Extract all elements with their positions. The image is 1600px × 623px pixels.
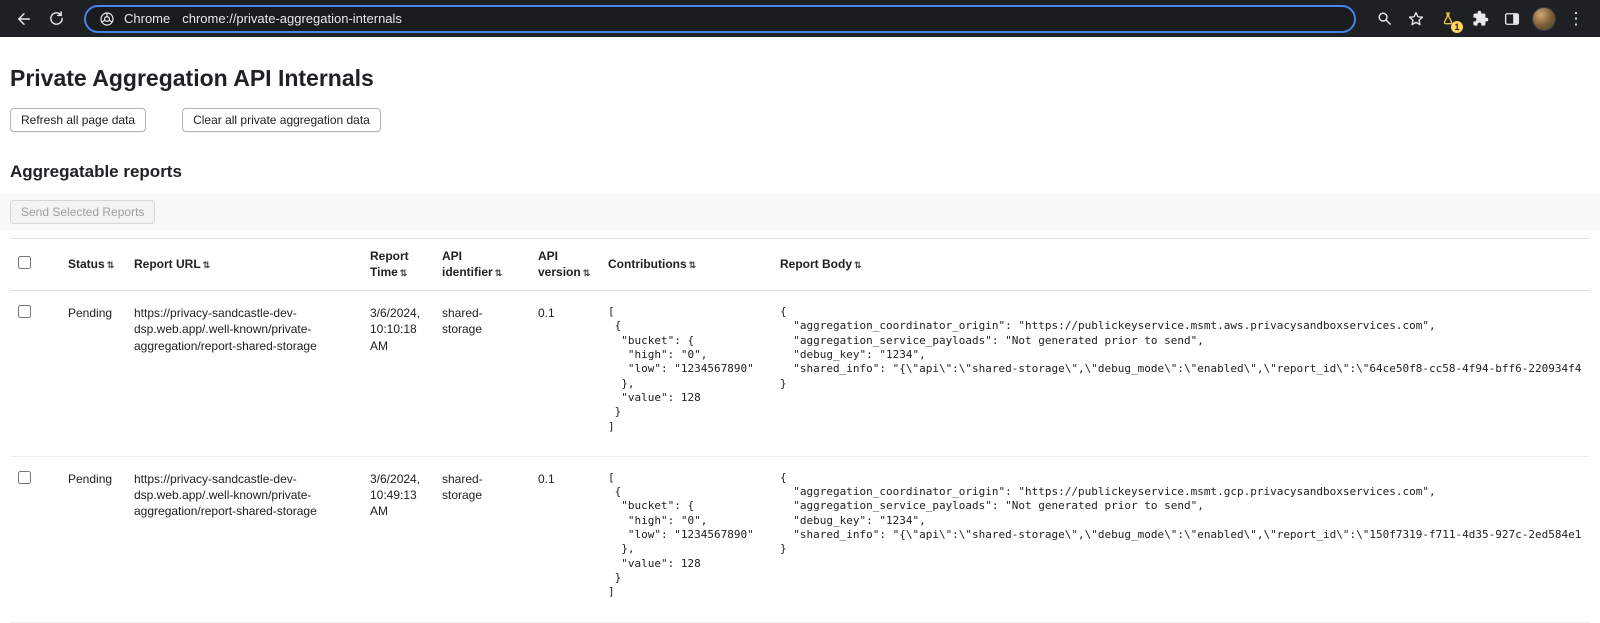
- bookmark-star-icon[interactable]: [1402, 5, 1430, 33]
- header-api-version[interactable]: API version⇅: [530, 239, 600, 291]
- send-selected-button[interactable]: Send Selected Reports: [10, 200, 155, 224]
- sort-icon: ⇅: [854, 260, 862, 270]
- cell-report-time: 3/6/2024, 10:10:18 AM: [362, 291, 434, 457]
- table-row: Pending https://privacy-sandcastle-dev-d…: [10, 291, 1590, 457]
- sort-icon: ⇅: [107, 260, 115, 270]
- cell-report-body: { "aggregation_coordinator_origin": "htt…: [772, 291, 1590, 457]
- chrome-logo-icon: [98, 10, 116, 28]
- refresh-all-button[interactable]: Refresh all page data: [10, 108, 146, 132]
- flask-badge-count: 1: [1451, 21, 1463, 33]
- section-title: Aggregatable reports: [10, 162, 1590, 182]
- cell-contributions: [ { "bucket": { "high": "0", "low": "123…: [600, 291, 772, 457]
- row-checkbox[interactable]: [18, 305, 31, 318]
- sort-icon: ⇅: [689, 260, 697, 270]
- header-contributions[interactable]: Contributions⇅: [600, 239, 772, 291]
- experiments-flask-icon[interactable]: 1: [1434, 5, 1462, 33]
- address-bar[interactable]: Chrome chrome://private-aggregation-inte…: [84, 5, 1356, 33]
- cell-report-url: https://privacy-sandcastle-dev-dsp.web.a…: [126, 291, 362, 457]
- extensions-puzzle-icon[interactable]: [1466, 5, 1494, 33]
- table-row: Pending https://privacy-sandcastle-dev-d…: [10, 456, 1590, 622]
- page-content: Private Aggregation API Internals Refres…: [0, 65, 1600, 623]
- omnibox-product-label: Chrome: [124, 11, 170, 26]
- header-api-identifier[interactable]: API identifier⇅: [434, 239, 530, 291]
- table-actions-bar: Send Selected Reports: [0, 194, 1600, 230]
- cell-contributions: [ { "bucket": { "high": "0", "low": "123…: [600, 456, 772, 622]
- cell-status: Pending: [60, 456, 126, 622]
- select-all-checkbox[interactable]: [18, 256, 31, 269]
- side-panel-icon[interactable]: [1498, 5, 1526, 33]
- sort-icon: ⇅: [495, 268, 503, 278]
- sort-icon: ⇅: [583, 268, 591, 278]
- reload-icon[interactable]: [42, 5, 70, 33]
- cell-api-identifier: shared-storage: [434, 291, 530, 457]
- cell-api-identifier: shared-storage: [434, 456, 530, 622]
- header-report-url[interactable]: Report URL⇅: [126, 239, 362, 291]
- row-checkbox[interactable]: [18, 471, 31, 484]
- cell-api-version: 0.1: [530, 456, 600, 622]
- page-title: Private Aggregation API Internals: [10, 65, 1590, 92]
- sort-icon: ⇅: [203, 260, 211, 270]
- profile-avatar[interactable]: [1530, 5, 1558, 33]
- header-status[interactable]: Status⇅: [60, 239, 126, 291]
- table-header-row: Status⇅ Report URL⇅ Report Time⇅ API ide…: [10, 239, 1590, 291]
- cell-status: Pending: [60, 291, 126, 457]
- cell-api-version: 0.1: [530, 291, 600, 457]
- clear-all-button[interactable]: Clear all private aggregation data: [182, 108, 381, 132]
- omnibox-url-text[interactable]: chrome://private-aggregation-internals: [182, 11, 402, 26]
- cell-report-url: https://privacy-sandcastle-dev-dsp.web.a…: [126, 456, 362, 622]
- zoom-icon[interactable]: [1370, 5, 1398, 33]
- header-report-time[interactable]: Report Time⇅: [362, 239, 434, 291]
- sort-icon: ⇅: [400, 268, 408, 278]
- menu-kebab-icon[interactable]: ⋮: [1562, 5, 1590, 33]
- reports-table: Status⇅ Report URL⇅ Report Time⇅ API ide…: [10, 238, 1590, 623]
- cell-report-body: { "aggregation_coordinator_origin": "htt…: [772, 456, 1590, 622]
- back-icon[interactable]: [10, 5, 38, 33]
- browser-toolbar: Chrome chrome://private-aggregation-inte…: [0, 0, 1600, 37]
- cell-report-time: 3/6/2024, 10:49:13 AM: [362, 456, 434, 622]
- header-report-body[interactable]: Report Body⇅: [772, 239, 1590, 291]
